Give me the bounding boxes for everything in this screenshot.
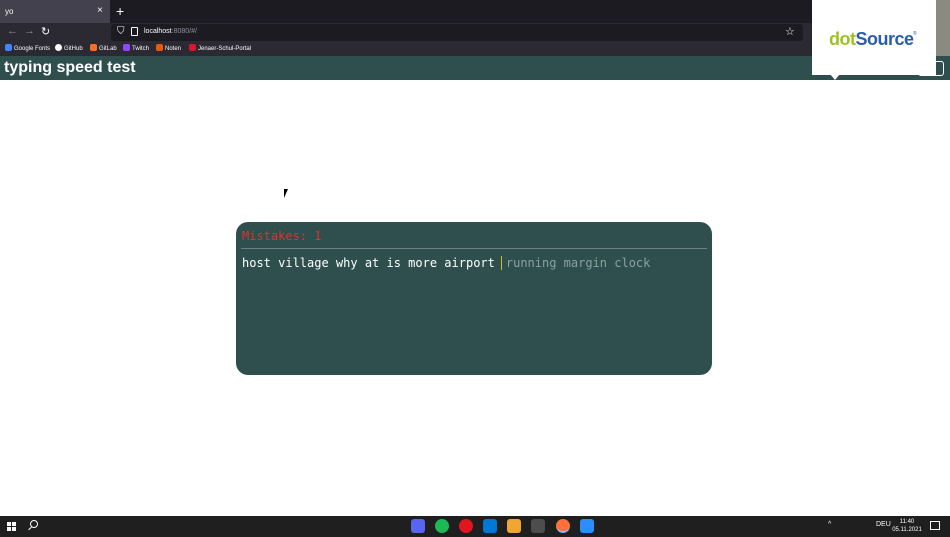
bookmark-gitlab[interactable]: GitLab	[90, 44, 117, 52]
new-tab-icon[interactable]: +	[116, 3, 124, 19]
page-icon	[131, 27, 138, 36]
google-fonts-icon	[5, 44, 12, 51]
language-indicator[interactable]: DEU	[876, 521, 891, 528]
typed-words: host village why at is more airport	[242, 256, 495, 270]
noten-icon	[156, 44, 163, 51]
browser-tab-bar: yo × +	[0, 0, 950, 23]
typing-test-card[interactable]: Mistakes: 1 host village why at is more …	[236, 222, 712, 375]
card-divider	[241, 248, 707, 249]
vscode-icon[interactable]	[483, 519, 497, 533]
mouse-cursor-icon	[284, 189, 292, 198]
clock-time: 11:40	[899, 519, 915, 525]
forward-arrow-icon[interactable]: →	[24, 25, 35, 37]
bookmark-label: Google Fonts	[14, 46, 51, 52]
webcam-overlay	[936, 0, 950, 56]
logo-tail	[830, 74, 840, 80]
bookmark-label: GitHub	[64, 46, 83, 52]
bookmark-google-fonts[interactable]: Google Fonts	[5, 44, 50, 52]
clock-date: 05.11.2021	[892, 527, 922, 533]
windows-start-icon[interactable]	[7, 522, 16, 531]
url-text[interactable]: localhost:8080/#/	[144, 28, 197, 35]
bookmark-noten[interactable]: Noten	[156, 44, 181, 52]
registered-mark: ®	[913, 31, 917, 37]
text-caret	[500, 256, 502, 270]
bookmark-label: GitLab	[99, 46, 117, 52]
reload-icon[interactable]: ↻	[41, 25, 50, 38]
back-arrow-icon[interactable]: ←	[7, 25, 18, 37]
bookmark-twitch[interactable]: Twitch	[123, 44, 149, 52]
url-bar[interactable]: ⛉ localhost:8080/#/ ☆	[111, 24, 803, 41]
firefox-icon[interactable]	[556, 519, 570, 533]
opera-icon[interactable]	[459, 519, 473, 533]
screen: yo × + ← → ↻ ⛉ localhost:8080/#/ ☆ Googl…	[0, 0, 950, 537]
github-icon	[55, 44, 62, 51]
bookmark-label: Jenaer-Schul-Portal	[198, 46, 252, 52]
logo-source-text: Source	[855, 29, 914, 49]
bookmarks-bar: Google Fonts GitHub GitLab Twitch Noten …	[0, 42, 950, 56]
twitch-icon	[123, 44, 130, 51]
browser-tab[interactable]: yo ×	[0, 0, 110, 23]
windows-taskbar: ^ DEU 11:40 05.11.2021	[0, 516, 950, 537]
logo-wordmark: dotSource	[829, 29, 914, 50]
tray-chevron-icon[interactable]: ^	[828, 521, 831, 528]
zoom-icon[interactable]	[580, 519, 594, 533]
tab-title: yo	[5, 7, 14, 16]
gitlab-icon	[90, 44, 97, 51]
spotify-icon[interactable]	[435, 519, 449, 533]
dotsource-logo: dotSource ®	[812, 0, 936, 80]
intellij-icon[interactable]	[507, 519, 521, 533]
bookmark-label: Noten	[165, 46, 182, 52]
jenaer-schul-portal-icon	[189, 44, 196, 51]
mistakes-counter: Mistakes: 1	[242, 229, 322, 243]
url-host: localhost	[144, 28, 172, 35]
terminal-icon[interactable]	[531, 519, 545, 533]
discord-icon[interactable]	[411, 519, 425, 533]
app-header: typing speed test	[0, 56, 950, 80]
bookmark-star-icon[interactable]: ☆	[785, 25, 795, 38]
taskbar-clock[interactable]: 11:40 05.11.2021	[890, 518, 924, 534]
notification-icon[interactable]	[930, 521, 940, 530]
browser-nav-bar: ← → ↻ ⛉ localhost:8080/#/ ☆	[0, 23, 950, 42]
url-path: :8080/#/	[171, 28, 197, 35]
bookmark-label: Twitch	[132, 46, 150, 52]
search-icon[interactable]	[30, 520, 38, 528]
tab-close-icon[interactable]: ×	[97, 5, 103, 16]
shield-icon[interactable]: ⛉	[117, 26, 125, 37]
typing-words[interactable]: host village why at is more airport runni…	[242, 256, 650, 270]
bookmark-jenaer-schul-portal[interactable]: Jenaer-Schul-Portal	[189, 44, 251, 52]
bookmark-github[interactable]: GitHub	[55, 44, 83, 52]
logo-dot-text: dot	[829, 29, 856, 49]
page-title: typing speed test	[4, 59, 136, 76]
pending-words: running margin clock	[505, 256, 651, 270]
